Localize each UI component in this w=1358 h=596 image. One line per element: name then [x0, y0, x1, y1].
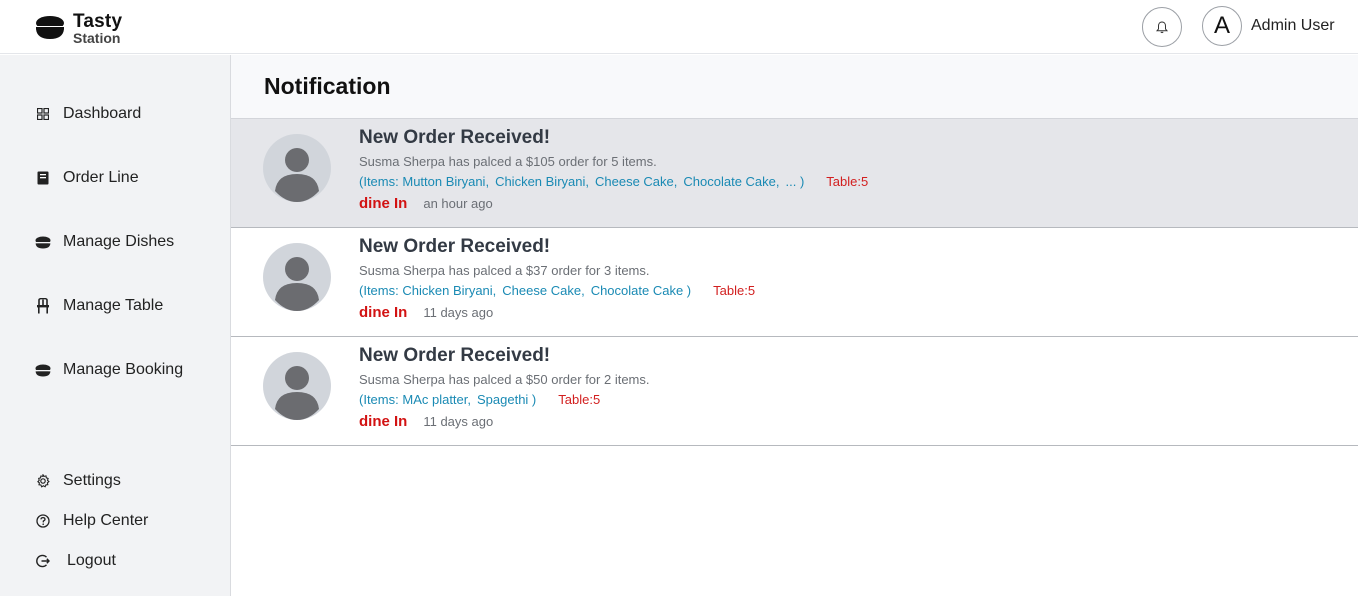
- sidebar-item-settings[interactable]: Settings: [35, 472, 121, 490]
- table-number: Table:5: [826, 174, 869, 189]
- timestamp: 11 days ago: [423, 414, 494, 429]
- items-prefix: (Items:: [359, 283, 399, 298]
- notification-item[interactable]: New Order Received! Susma Sherpa has pal…: [231, 119, 1358, 228]
- sidebar-item-label: Manage Dishes: [63, 233, 175, 250]
- order-type: dine In: [359, 413, 408, 430]
- question-icon: [35, 513, 51, 529]
- order-type: dine In: [359, 195, 408, 212]
- sidebar-item-help-center[interactable]: Help Center: [35, 512, 148, 530]
- order-item: Cheese Cake,: [595, 174, 678, 189]
- sidebar-item-manage-table[interactable]: Manage Table: [35, 297, 163, 315]
- bowl-icon: [35, 16, 65, 39]
- timestamp: an hour ago: [423, 196, 493, 211]
- page-title: Notification: [264, 73, 391, 99]
- grid-icon: [35, 106, 51, 122]
- items-prefix: (Items:: [359, 392, 399, 407]
- order-items-line: (Items: MAc platter, Spagethi ) Table:5: [359, 392, 650, 408]
- avatar-placeholder-icon: [263, 134, 331, 202]
- notification-description: Susma Sherpa has palced a $37 order for …: [359, 263, 650, 278]
- notification-item[interactable]: New Order Received! Susma Sherpa has pal…: [231, 228, 1358, 337]
- gear-icon: [35, 473, 51, 489]
- order-type: dine In: [359, 304, 408, 321]
- avatar: A: [1202, 6, 1242, 46]
- sidebar-item-label: Manage Table: [63, 297, 164, 314]
- sidebar-item-label: Help Center: [63, 512, 149, 529]
- order-item: Chocolate Cake,: [683, 174, 780, 189]
- order-items-line: (Items: Chicken Biryani, Cheese Cake, Choc…: [359, 283, 755, 299]
- timestamp: 11 days ago: [423, 305, 494, 320]
- brand-subtitle: Station: [73, 30, 121, 46]
- sidebar-item-manage-dishes[interactable]: Manage Dishes: [35, 233, 174, 251]
- chair-icon: [35, 298, 51, 314]
- sidebar-item-label: Order Line: [63, 169, 139, 186]
- order-item: ... ): [785, 174, 805, 189]
- main-content: Notification New Order Received! Susma S…: [231, 55, 1358, 596]
- bowl-icon: [35, 234, 51, 250]
- notification-title: New Order Received!: [359, 345, 551, 366]
- sidebar: Dashboard Order Line Manage Dishes Manag…: [0, 55, 231, 596]
- items-prefix: (Items:: [359, 174, 399, 189]
- notification-title: New Order Received!: [359, 127, 551, 148]
- bowl-icon: [35, 362, 51, 378]
- order-item: Chicken Biryani,: [495, 174, 589, 189]
- user-menu[interactable]: A Admin User: [1202, 6, 1335, 46]
- sidebar-item-order-line[interactable]: Order Line: [35, 169, 139, 187]
- sidebar-item-label: Manage Booking: [63, 361, 184, 378]
- order-items-line: (Items: Mutton Biryani, Chicken Biryani, C…: [359, 174, 868, 190]
- notification-button[interactable]: [1142, 7, 1182, 47]
- sidebar-item-label: Dashboard: [63, 105, 142, 122]
- order-item: Chocolate Cake ): [590, 283, 692, 298]
- top-bar: Tasty Station A Admin User: [0, 0, 1358, 54]
- notification-list: New Order Received! Susma Sherpa has pal…: [231, 119, 1358, 446]
- book-icon: [35, 170, 51, 186]
- sidebar-item-label: Logout: [67, 552, 116, 569]
- avatar-placeholder-icon: [263, 243, 331, 311]
- notification-description: Susma Sherpa has palced a $105 order for…: [359, 154, 657, 169]
- order-item: Cheese Cake,: [502, 283, 585, 298]
- notification-description: Susma Sherpa has palced a $50 order for …: [359, 372, 650, 387]
- order-item: MAc platter,: [402, 392, 471, 407]
- logout-icon: [35, 553, 51, 569]
- brand-title: Tasty: [73, 11, 123, 32]
- notification-item[interactable]: New Order Received! Susma Sherpa has pal…: [231, 337, 1358, 446]
- sidebar-item-manage-booking[interactable]: Manage Booking: [35, 361, 183, 379]
- order-item: Mutton Biryani,: [402, 174, 490, 189]
- sidebar-item-logout[interactable]: Logout: [35, 552, 116, 570]
- avatar-placeholder-icon: [263, 352, 331, 420]
- table-number: Table:5: [558, 392, 601, 407]
- order-item: Chicken Biryani,: [402, 283, 497, 298]
- table-number: Table:5: [713, 283, 756, 298]
- notification-title: New Order Received!: [359, 236, 551, 257]
- sidebar-item-label: Settings: [63, 472, 121, 489]
- bell-icon: [1156, 20, 1168, 33]
- brand-logo[interactable]: Tasty Station: [34, 12, 122, 45]
- sidebar-item-dashboard[interactable]: Dashboard: [35, 105, 141, 123]
- page-header: Notification: [231, 55, 1358, 119]
- user-name: Admin User: [1251, 17, 1335, 34]
- order-item: Spagethi ): [477, 392, 537, 407]
